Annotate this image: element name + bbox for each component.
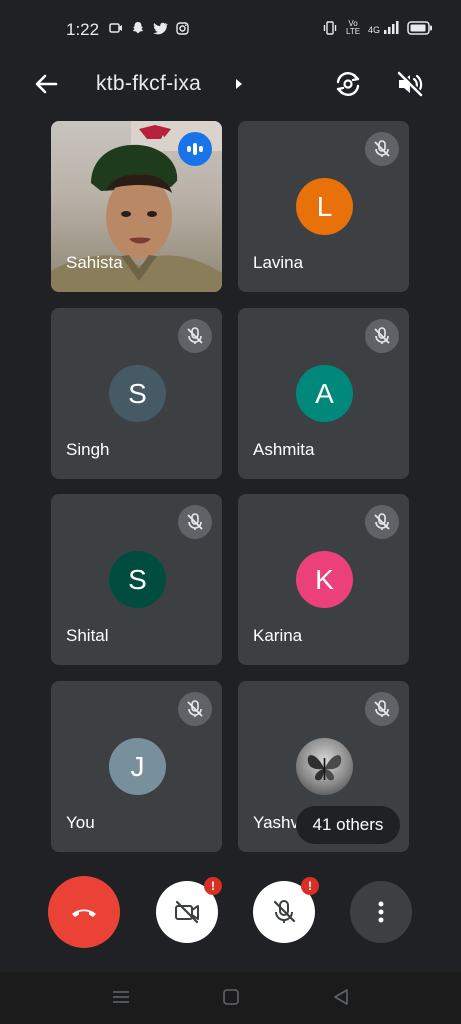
system-nav-bar [0, 972, 461, 1024]
mic-off-icon [273, 900, 296, 923]
mic-off-icon [365, 692, 399, 726]
menu-icon [113, 991, 129, 1003]
speaker-off-icon [397, 70, 424, 97]
status-time: 1:22 [66, 20, 100, 39]
back-button[interactable] [30, 68, 62, 100]
camera-notification-icon [108, 20, 124, 36]
participant-tile-sahista[interactable]: Sahista [51, 121, 222, 292]
network-type-label: 4G [367, 25, 380, 35]
status-notification-icons [108, 20, 190, 36]
audio-output-button[interactable] [394, 68, 426, 100]
others-count-button[interactable]: 41 others [296, 806, 400, 844]
battery-icon [407, 20, 433, 36]
participant-tile-ashmita[interactable]: A Ashmita [238, 308, 409, 479]
status-bar: 1:22 Vo LTE 4G [0, 0, 461, 60]
switch-camera-icon [336, 72, 360, 96]
mic-off-icon [178, 319, 212, 353]
participant-tile-singh[interactable]: S Singh [51, 308, 222, 479]
end-call-button[interactable] [48, 876, 120, 948]
participant-name: You [66, 813, 95, 832]
participant-name: Ashmita [253, 440, 315, 459]
participant-name: Karina [253, 626, 303, 645]
participant-tile-you[interactable]: J You [51, 681, 222, 852]
camera-off-icon [175, 900, 199, 924]
instagram-icon [174, 20, 190, 36]
home-button[interactable] [220, 986, 242, 1008]
mic-off-icon [178, 692, 212, 726]
vibrate-icon [322, 20, 338, 36]
more-vert-icon [378, 901, 384, 923]
participant-avatar: S [109, 551, 166, 608]
menu-button[interactable] [110, 986, 132, 1008]
mic-toggle-button[interactable]: ! [253, 877, 319, 943]
participant-avatar: J [109, 738, 166, 795]
participant-tile-karina[interactable]: K Karina [238, 494, 409, 665]
twitter-icon [152, 20, 168, 36]
participant-name: Sahista [66, 253, 123, 272]
butterfly-photo-avatar [296, 738, 353, 795]
call-header: ktb-fkcf-ixa [0, 60, 461, 108]
participant-name: Shital [66, 626, 109, 645]
participant-tile-shital[interactable]: S Shital [51, 494, 222, 665]
system-back-button[interactable] [330, 986, 352, 1008]
mic-off-icon [365, 132, 399, 166]
signal-4g-icon: 4G [368, 21, 399, 35]
phone-hangup-icon [72, 909, 96, 917]
arrow-back-icon [35, 74, 58, 94]
caret-right-icon [236, 79, 242, 89]
participant-tile-lavina[interactable]: L Lavina [238, 121, 409, 292]
meeting-details-button[interactable] [232, 74, 246, 94]
mic-off-icon [365, 505, 399, 539]
participant-name: Singh [66, 440, 110, 459]
mic-alert-badge: ! [301, 877, 319, 895]
camera-alert-badge: ! [204, 877, 222, 895]
participant-avatar: A [296, 365, 353, 422]
participant-avatar: S [109, 365, 166, 422]
participant-name: Lavina [253, 253, 304, 272]
snapchat-icon [130, 20, 146, 36]
home-icon [223, 989, 239, 1005]
status-system-icons: Vo LTE 4G [322, 20, 433, 36]
meeting-code[interactable]: ktb-fkcf-ixa [96, 72, 201, 96]
volte-icon: Vo LTE [345, 19, 361, 36]
more-options-button[interactable] [350, 881, 412, 943]
participant-avatar: K [296, 551, 353, 608]
mic-off-icon [178, 505, 212, 539]
speaking-indicator-icon [178, 132, 212, 166]
participant-avatar: L [296, 178, 353, 235]
mic-off-icon [365, 319, 399, 353]
camera-toggle-button[interactable]: ! [156, 877, 222, 943]
back-triangle-icon [334, 989, 348, 1005]
switch-camera-button[interactable] [332, 68, 364, 100]
